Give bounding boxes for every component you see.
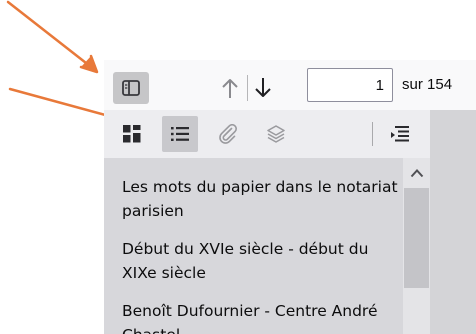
layers-view-button[interactable]	[258, 116, 294, 152]
annotation-arrow-1	[6, 0, 99, 74]
nav-separator	[247, 75, 248, 101]
arrow-up-icon	[222, 79, 238, 98]
sidebar-toolbar-separator	[372, 122, 373, 146]
attachments-view-button[interactable]	[210, 116, 246, 152]
arrow-down-icon	[255, 78, 271, 97]
page-number-input[interactable]	[307, 68, 393, 102]
current-outline-item-button[interactable]	[382, 116, 418, 152]
scrollbar-thumb[interactable]	[404, 188, 429, 288]
sidebar-toggle-button[interactable]	[113, 72, 149, 104]
viewer-toolbar: sur 154	[104, 60, 476, 110]
scroll-up-arrow-icon[interactable]	[410, 168, 424, 178]
layers-icon	[267, 125, 285, 143]
outline-scrollbar[interactable]	[403, 158, 430, 334]
viewer-container	[430, 110, 476, 334]
page-count-label: sur 154	[402, 76, 453, 93]
outline-list: Les mots du papier dans le notariat pari…	[104, 158, 403, 334]
outline-item[interactable]: Les mots du papier dans le notariat pari…	[122, 175, 398, 223]
thumbnails-view-button[interactable]	[114, 116, 150, 152]
previous-page-button[interactable]	[217, 72, 243, 104]
outline-item[interactable]: Début du XVIe siècle - début du XIXe siè…	[122, 237, 398, 285]
outline-item[interactable]: Benoît Dufournier - Centre André Chastel	[122, 299, 398, 334]
outline-view-button[interactable]	[162, 116, 198, 152]
next-page-button[interactable]	[250, 72, 276, 104]
current-outline-item-icon	[391, 126, 409, 142]
paperclip-icon	[219, 124, 237, 144]
thumbnails-grid-icon	[123, 125, 141, 143]
sidebar-toggle-icon	[122, 80, 140, 96]
sidebar-toolbar	[104, 110, 430, 158]
document-outline-icon	[171, 127, 189, 141]
